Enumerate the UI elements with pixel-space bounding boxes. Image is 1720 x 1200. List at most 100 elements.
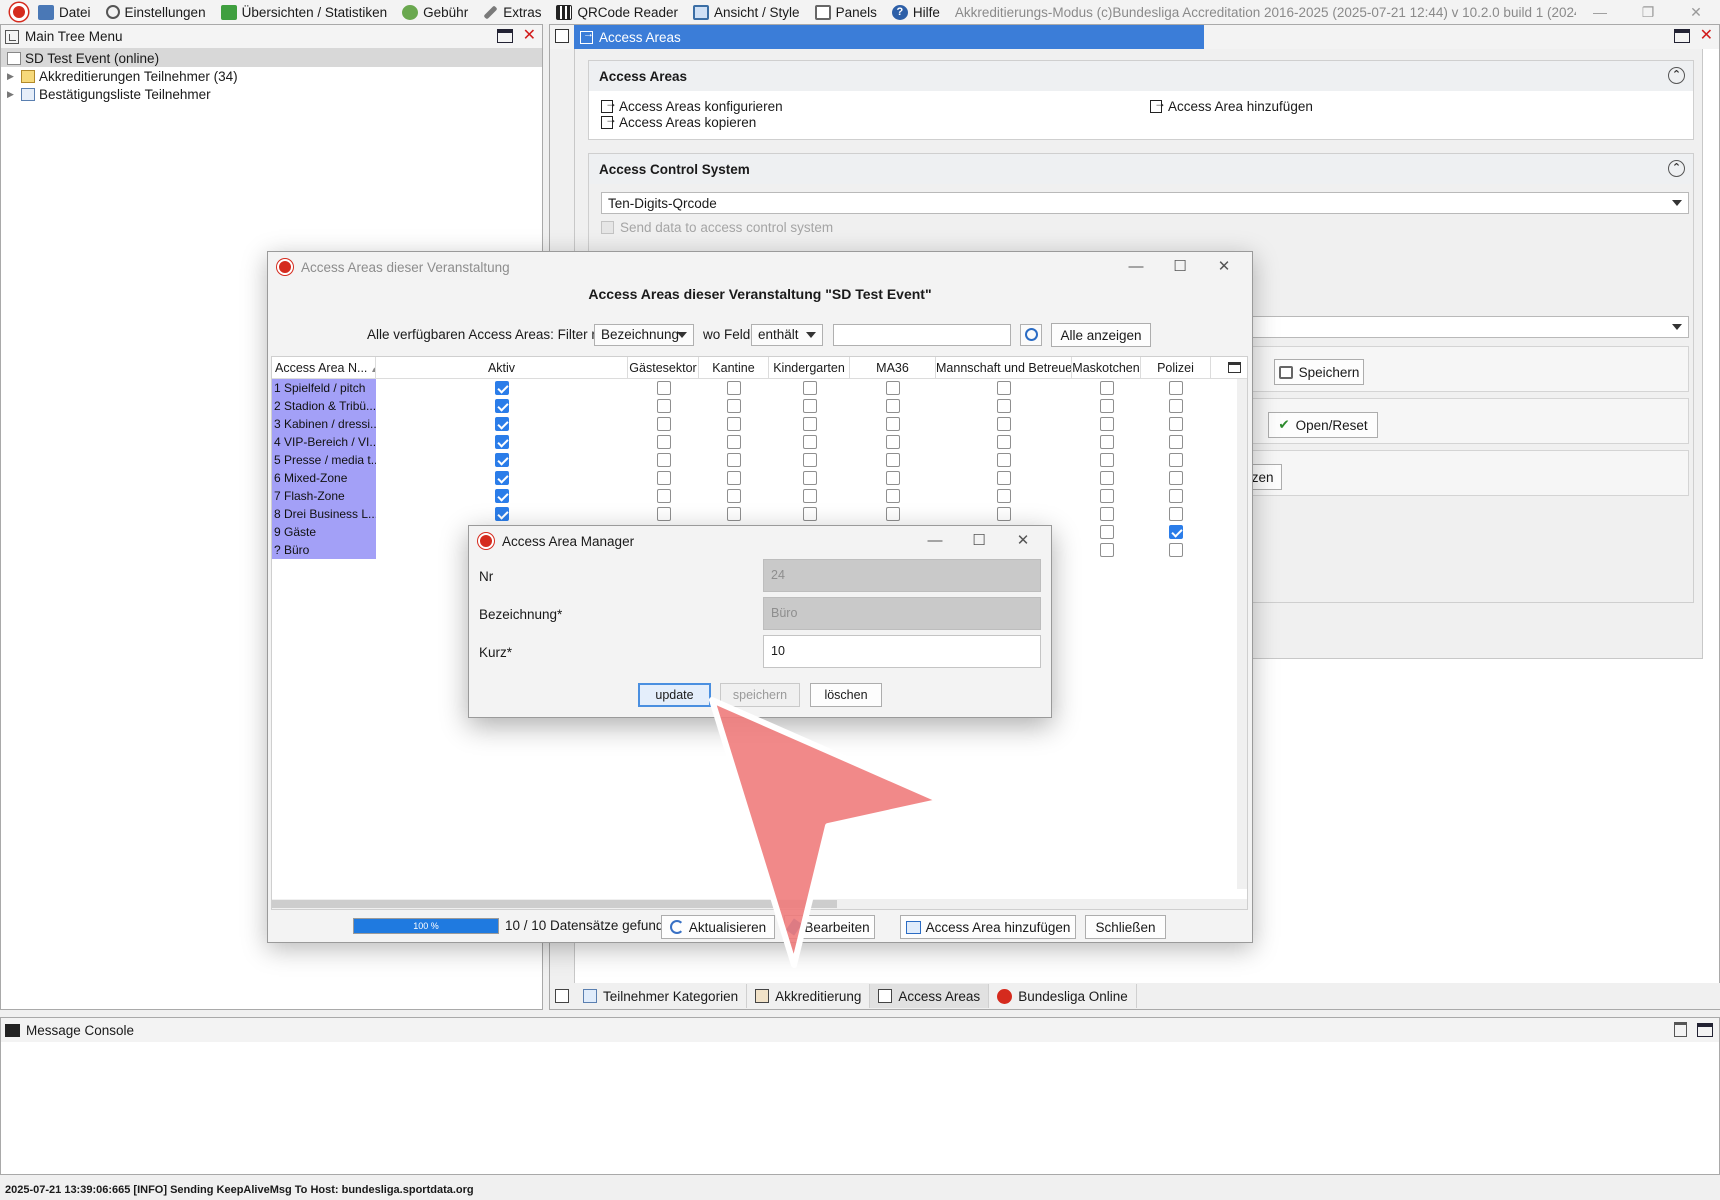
access-area-name[interactable]: 5 Presse / media t... — [272, 451, 376, 469]
table-row[interactable]: 1 Spielfeld / pitch — [272, 379, 1247, 397]
area-flag-checkbox[interactable] — [727, 489, 741, 503]
area-flag-checkbox[interactable] — [1169, 381, 1183, 395]
column-header[interactable]: Polizei — [1141, 357, 1211, 379]
area-flag-checkbox[interactable] — [802, 507, 817, 521]
area-flag-checkbox[interactable] — [656, 453, 671, 467]
minimize-icon[interactable]: — — [1576, 0, 1624, 24]
area-flag-checkbox[interactable] — [727, 417, 741, 431]
menu-gebuehr[interactable]: Gebühr — [402, 4, 468, 20]
area-flag-checkbox[interactable] — [727, 399, 741, 413]
area-flag-checkbox[interactable] — [997, 489, 1011, 503]
area-flag-checkbox[interactable] — [802, 399, 817, 413]
area-flag-checkbox[interactable] — [1099, 381, 1114, 395]
tab-access-areas-bottom[interactable]: Access Areas — [870, 984, 990, 1008]
aktiv-checkbox[interactable] — [495, 417, 509, 431]
area-flag-checkbox[interactable] — [802, 471, 817, 485]
menu-panels[interactable]: Panels — [814, 4, 877, 20]
table-row[interactable]: 3 Kabinen / dressi... — [272, 415, 1247, 433]
area-flag-checkbox[interactable] — [1169, 489, 1183, 503]
copy-access-areas-link[interactable]: Access Areas kopieren — [601, 112, 756, 130]
expand-icon[interactable]: ▶ — [7, 89, 17, 100]
area-flag-checkbox[interactable] — [1169, 417, 1183, 431]
area-flag-checkbox[interactable] — [1099, 543, 1114, 557]
access-area-name[interactable]: ? Büro — [272, 541, 376, 559]
tab-teilnehmer-kategorien[interactable]: Teilnehmer Kategorien — [575, 984, 748, 1008]
table-row[interactable]: 8 Drei Business L... — [272, 505, 1247, 523]
maximize-icon[interactable] — [1673, 29, 1690, 43]
aktiv-checkbox[interactable] — [495, 489, 509, 503]
area-flag-checkbox[interactable] — [1099, 417, 1114, 431]
column-header[interactable]: Access Area N...▲ — [272, 357, 376, 379]
column-header[interactable]: Maskotchen — [1072, 357, 1141, 379]
area-flag-checkbox[interactable] — [1099, 399, 1114, 413]
tab-access-areas[interactable]: Access Areas — [574, 25, 1204, 49]
tab-akkreditierung[interactable]: Akkreditierung — [747, 984, 871, 1008]
configure-access-areas-link[interactable]: Access Areas konfigurieren — [601, 96, 783, 114]
area-flag-checkbox[interactable] — [1169, 543, 1183, 557]
close-icon[interactable]: ✕ — [1672, 0, 1720, 24]
menu-qrcode-reader[interactable]: QRCode Reader — [556, 4, 678, 20]
collapse-icon[interactable]: ⌃ — [1668, 67, 1685, 84]
filter-field-select[interactable]: Bezeichnung — [594, 324, 694, 346]
area-flag-checkbox[interactable] — [802, 489, 817, 503]
area-flag-checkbox[interactable] — [1169, 471, 1183, 485]
acs-type-select[interactable]: Ten-Digits-Qrcode — [601, 192, 1689, 214]
area-flag-checkbox[interactable] — [1169, 435, 1183, 449]
menu-einstellungen[interactable]: Einstellungen — [105, 5, 206, 20]
tree-item-event[interactable]: SD Test Event (online) — [1, 49, 542, 67]
aktiv-checkbox[interactable] — [495, 507, 509, 521]
area-flag-checkbox[interactable] — [656, 399, 671, 413]
close-dialog-button[interactable]: Schließen — [1085, 915, 1166, 939]
expand-icon[interactable]: ▶ — [7, 71, 17, 82]
area-flag-checkbox[interactable] — [1099, 489, 1114, 503]
column-header[interactable]: Kindergarten — [769, 357, 850, 379]
column-header[interactable]: MA36 — [850, 357, 936, 379]
aktiv-checkbox[interactable] — [495, 471, 509, 485]
area-flag-checkbox[interactable] — [802, 417, 817, 431]
area-flag-checkbox[interactable] — [1169, 525, 1183, 539]
table-row[interactable]: 6 Mixed-Zone — [272, 469, 1247, 487]
table-row[interactable]: 5 Presse / media t... — [272, 451, 1247, 469]
area-flag-checkbox[interactable] — [886, 489, 900, 503]
area-flag-checkbox[interactable] — [802, 381, 817, 395]
delete-button[interactable]: löschen — [810, 683, 882, 707]
area-flag-checkbox[interactable] — [997, 471, 1011, 485]
area-flag-checkbox[interactable] — [997, 435, 1011, 449]
access-area-name[interactable]: 1 Spielfeld / pitch — [272, 379, 376, 397]
area-flag-checkbox[interactable] — [1169, 399, 1183, 413]
access-area-name[interactable]: 4 VIP-Bereich / VI... — [272, 433, 376, 451]
minimize-icon[interactable]: — — [913, 526, 957, 556]
column-header[interactable]: Mannschaft und Betreuer — [936, 357, 1072, 379]
area-flag-checkbox[interactable] — [886, 399, 900, 413]
menu-statistiken[interactable]: Übersichten / Statistiken — [220, 4, 387, 20]
area-flag-checkbox[interactable] — [997, 381, 1011, 395]
trash-icon[interactable] — [1674, 1022, 1687, 1037]
area-flag-checkbox[interactable] — [886, 471, 900, 485]
aktiv-checkbox[interactable] — [495, 453, 509, 467]
close-icon[interactable]: ✕ — [1700, 28, 1713, 44]
add-access-area-button[interactable]: Access Area hinzufügen — [900, 915, 1076, 939]
add-access-area-link[interactable]: Access Area hinzufügen — [1150, 96, 1313, 114]
area-flag-checkbox[interactable] — [727, 453, 741, 467]
area-flag-checkbox[interactable] — [656, 435, 671, 449]
access-area-name[interactable]: 7 Flash-Zone — [272, 487, 376, 505]
area-flag-checkbox[interactable] — [802, 435, 817, 449]
horizontal-scrollbar[interactable] — [272, 899, 1247, 909]
area-flag-checkbox[interactable] — [1169, 507, 1183, 521]
area-flag-checkbox[interactable] — [727, 507, 741, 521]
column-header[interactable]: Kantine — [699, 357, 769, 379]
table-row[interactable]: 2 Stadion & Tribü... — [272, 397, 1247, 415]
area-flag-checkbox[interactable] — [886, 507, 900, 521]
search-icon[interactable] — [1020, 324, 1042, 346]
filter-value-input[interactable] — [833, 324, 1011, 346]
open-reset-button[interactable]: ✔ Open/Reset — [1268, 412, 1378, 438]
update-button[interactable]: update — [638, 683, 711, 707]
table-row[interactable]: 7 Flash-Zone — [272, 487, 1247, 505]
filter-operator-select[interactable]: enthält — [751, 324, 823, 346]
column-menu-icon[interactable] — [1228, 362, 1241, 373]
maximize-icon[interactable] — [496, 29, 513, 43]
area-flag-checkbox[interactable] — [727, 471, 741, 485]
close-icon[interactable]: ✕ — [523, 28, 536, 44]
kurz-field[interactable]: 10 — [763, 635, 1041, 668]
maximize-icon[interactable]: ☐ — [1158, 252, 1202, 282]
